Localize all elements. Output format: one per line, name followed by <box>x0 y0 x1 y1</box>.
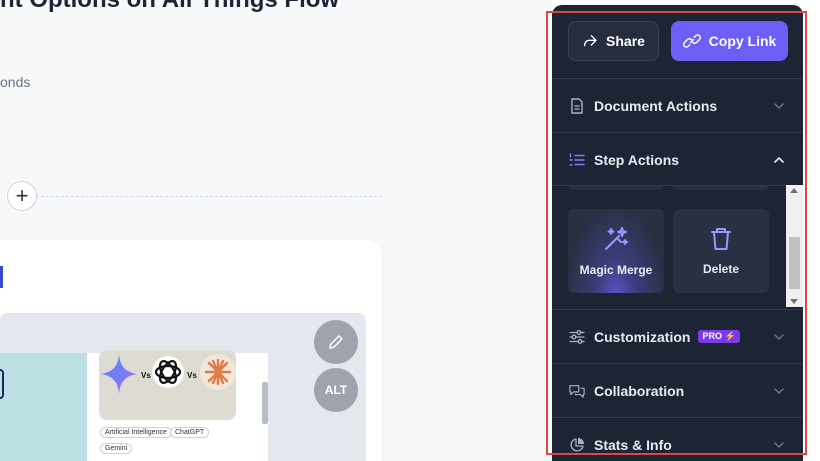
svg-text:Vs: Vs <box>141 371 151 380</box>
chevron-down-icon <box>774 441 784 448</box>
delete-step-button[interactable]: Delete <box>673 209 769 293</box>
numbered-list-icon <box>569 152 585 168</box>
section-step-actions[interactable]: Step Actions <box>552 132 803 186</box>
add-step-divider <box>36 196 382 197</box>
document-subtitle: onds <box>0 74 31 90</box>
document-title: nt Options on All Things Flow <box>0 0 339 14</box>
svg-text:Vs: Vs <box>187 371 197 380</box>
scrollbar-thumb[interactable] <box>789 237 800 289</box>
section-label-stats-info: Stats & Info <box>594 436 672 453</box>
screenshot-teal-panel <box>0 353 87 461</box>
screenshot-chip <box>0 369 4 399</box>
lightning-icon: ⚡ <box>724 331 736 341</box>
actions-panel: Share Copy Link Document Actions Step Ac… <box>552 5 803 461</box>
copy-link-label: Copy Link <box>708 33 777 49</box>
ai-logos-image: Vs Vs <box>99 350 236 420</box>
share-label: Share <box>606 33 645 49</box>
alt-text-label: ALT <box>324 383 348 397</box>
edit-image-button[interactable] <box>314 320 358 364</box>
section-customization[interactable]: Customization PRO ⚡ <box>552 309 803 363</box>
pro-badge: PRO ⚡ <box>698 330 740 343</box>
share-icon <box>584 35 597 47</box>
section-collaboration[interactable]: Collaboration <box>552 363 803 417</box>
step-actions-scrollbar[interactable] <box>786 185 803 307</box>
document-area: nt Options on All Things Flow onds + Vs <box>0 0 552 461</box>
magic-wand-icon <box>605 227 628 250</box>
ai-logos-icon: Vs Vs <box>101 354 236 394</box>
trash-icon <box>711 228 731 250</box>
step-action-tile-above[interactable] <box>673 186 769 190</box>
delete-label: Delete <box>702 262 740 276</box>
add-step-button[interactable]: + <box>7 181 37 211</box>
link-icon <box>682 34 701 48</box>
document-icon <box>569 97 585 114</box>
step-card-marker <box>0 266 3 288</box>
scroll-down-arrow-icon[interactable] <box>790 299 798 304</box>
alt-text-button[interactable]: ALT <box>314 368 358 412</box>
section-label-step-actions: Step Actions <box>594 151 680 168</box>
chevron-down-icon <box>774 387 784 394</box>
section-label-collaboration: Collaboration <box>594 382 685 399</box>
section-label-customization: Customization <box>594 328 691 345</box>
pro-badge-label: PRO <box>702 331 722 341</box>
scroll-up-arrow-icon[interactable] <box>790 188 798 193</box>
section-document-actions[interactable]: Document Actions <box>552 78 803 132</box>
chevron-up-icon <box>774 156 784 163</box>
magic-merge-button[interactable]: Magic Merge <box>568 209 664 293</box>
section-stats-info[interactable]: Stats & Info <box>552 417 803 461</box>
copy-link-button[interactable]: Copy Link <box>671 21 788 61</box>
tag-gemini: Gemini <box>100 443 133 454</box>
step-actions-list[interactable]: Magic Merge Delete <box>552 185 803 307</box>
share-button[interactable]: Share <box>568 21 659 61</box>
step-action-tile-above[interactable] <box>568 186 664 190</box>
chat-bubbles-icon <box>569 383 585 399</box>
tag-artificial-intelligence: Artificial Intelligence <box>100 427 172 438</box>
chevron-down-icon <box>774 333 784 340</box>
pencil-icon <box>329 335 343 349</box>
section-label-document-actions: Document Actions <box>594 97 718 114</box>
chevron-down-icon <box>774 102 784 109</box>
plus-icon: + <box>15 183 29 208</box>
tag-chatgpt: ChatGPT <box>170 427 210 438</box>
magic-merge-label: Magic Merge <box>579 263 653 277</box>
sliders-icon <box>569 329 585 345</box>
screenshot-scrollbar <box>262 382 268 424</box>
pie-chart-icon <box>569 437 585 453</box>
